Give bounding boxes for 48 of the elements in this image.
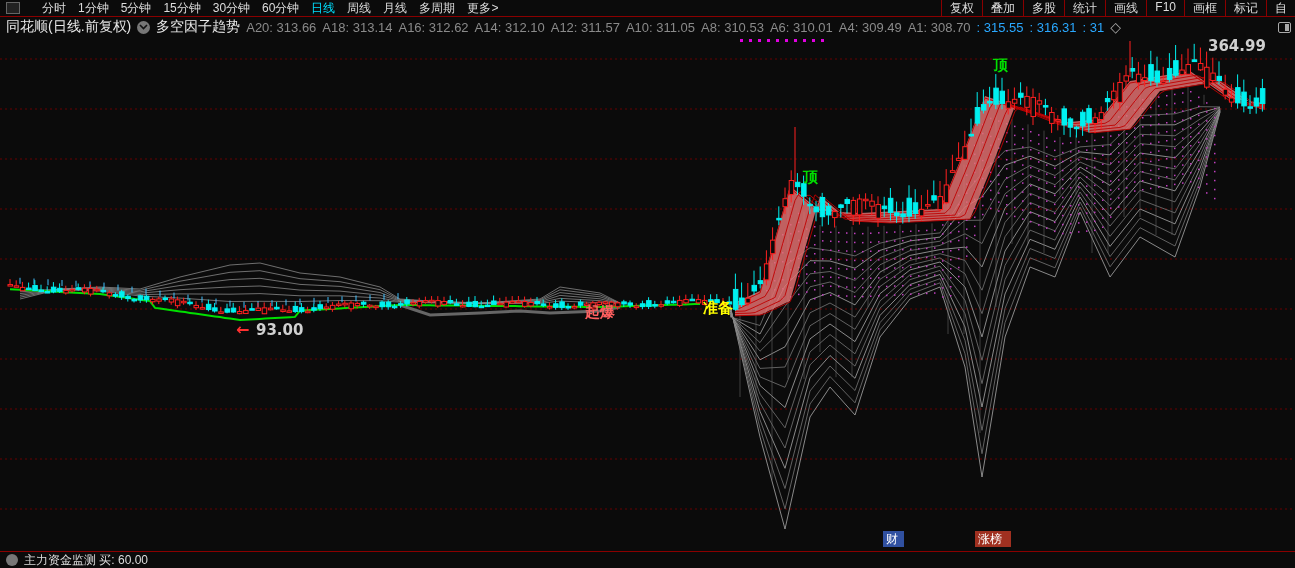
indicator-reading: : 316.31 [1029, 19, 1077, 35]
indicator-value: A4: 309.49 [838, 19, 902, 35]
top-signal-label: 顶 [993, 56, 1008, 74]
stock-title: 同花顺(日线.前复权) [6, 18, 132, 36]
panel-toggle-icon[interactable] [1278, 21, 1291, 33]
period-tab[interactable]: 30分钟 [212, 0, 251, 17]
period-tab[interactable]: 15分钟 [163, 0, 201, 17]
toolbar-button[interactable]: 多股 [1023, 0, 1065, 17]
indicator-reading: : 315.55 [976, 19, 1024, 35]
period-tab[interactable]: 60分钟 [262, 0, 300, 17]
indicator-value: A18: 313.14 [322, 19, 393, 35]
toolbar-button[interactable]: 统计 [1064, 0, 1106, 17]
period-tab[interactable]: 月线 [383, 0, 408, 17]
toolbar-button[interactable]: 画线 [1105, 0, 1147, 17]
period-tab[interactable]: 周线 [347, 0, 372, 17]
indicator-value: A10: 311.05 [625, 19, 696, 35]
signal-label: 起爆 [585, 303, 615, 321]
indicator-reading: : 31 [1082, 19, 1105, 35]
indicator-value: A14: 312.10 [474, 19, 545, 35]
diamond-marker: ◇ [1110, 19, 1122, 35]
toolbar-button[interactable]: 叠加 [982, 0, 1024, 17]
period-tab[interactable]: 日线 [311, 0, 336, 17]
indicator-value: A16: 312.62 [398, 19, 469, 35]
period-tab[interactable]: 更多> [467, 0, 499, 17]
indicator-value: A6: 310.01 [769, 19, 833, 35]
toolbar-button[interactable]: 标记 [1225, 0, 1266, 17]
indicator-value: A12: 311.57 [550, 19, 620, 35]
indicator-value: A1: 308.70 [907, 19, 971, 35]
panel-title: 主力资金监测 买: 60.00 [24, 551, 149, 568]
toolbar-button[interactable]: 复权 [941, 0, 983, 17]
price-label: 93.00 [256, 321, 304, 339]
event-badge[interactable]: 财 [883, 531, 904, 547]
toolbar-button[interactable]: 自 [1266, 0, 1295, 17]
period-tab[interactable]: 5分钟 [120, 0, 152, 17]
period-tab[interactable]: 1分钟 [78, 0, 109, 17]
panel-toggle-icon[interactable] [6, 2, 20, 14]
arrow-icon: ← [236, 320, 250, 339]
indicator-value: A20: 313.66 [246, 19, 317, 35]
top-signal-label: 顶 [803, 168, 818, 186]
indicator-name: 多空因子趋势 [156, 18, 241, 36]
toolbar-button[interactable]: 画框 [1184, 0, 1225, 17]
indicator-value: A8: 310.53 [701, 19, 764, 35]
signal-label: 准备 [703, 299, 733, 317]
period-tab[interactable]: 分时 [42, 0, 66, 17]
period-tab[interactable]: 多周期 [419, 0, 456, 17]
event-badge[interactable]: 涨榜 [975, 531, 1011, 547]
toolbar-button[interactable]: F10 [1146, 0, 1184, 17]
price-label: 364.99 [1208, 37, 1266, 55]
